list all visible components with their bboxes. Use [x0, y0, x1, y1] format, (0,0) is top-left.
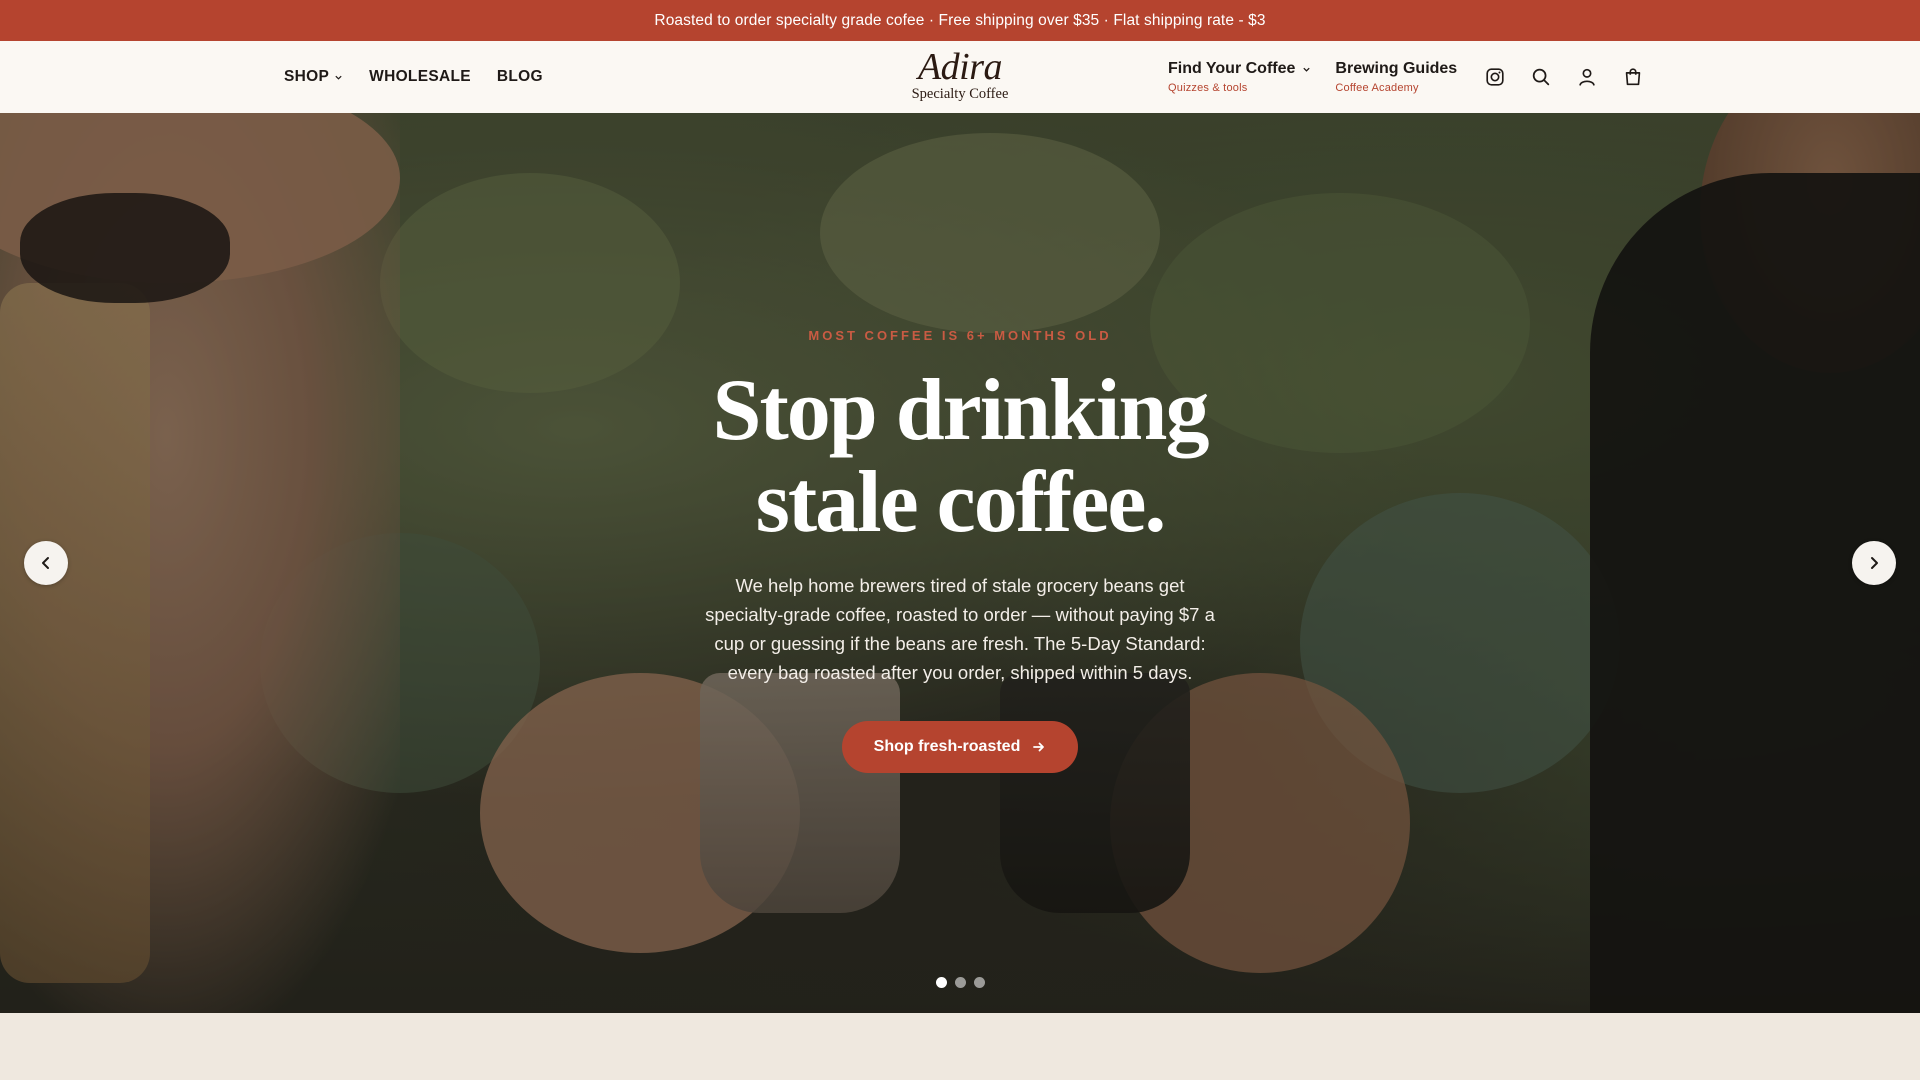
- account-icon[interactable]: [1575, 65, 1599, 89]
- nav-find-your-coffee-sublabel: Quizzes & tools: [1168, 82, 1248, 94]
- announcement-text: Roasted to order specialty grade cofee ·…: [654, 11, 1266, 29]
- primary-nav: SHOP WHOLESALE BLOG: [284, 41, 543, 113]
- nav-item-label: BLOG: [496, 68, 543, 85]
- hero-headline-line2: stale coffee.: [755, 454, 1167, 551]
- secondary-nav: Find Your Coffee Quizzes & tools Brewing…: [1168, 41, 1645, 113]
- hero-content: MOST COFFEE IS 6+ MONTHS OLD Stop drinki…: [660, 328, 1260, 773]
- cta-label: Shop fresh-roasted: [873, 738, 1021, 755]
- slider-pagination: [0, 977, 1920, 988]
- header-icons: [1483, 65, 1645, 89]
- arrow-right-icon: [1033, 742, 1045, 752]
- slider-dot[interactable]: [954, 977, 966, 988]
- hero-headline: Stop drinking stale coffee.: [660, 365, 1260, 549]
- search-icon[interactable]: [1529, 65, 1553, 89]
- next-section-band: [0, 1013, 1920, 1080]
- nav-brewing-guides[interactable]: Brewing Guides Coffee Academy: [1335, 60, 1457, 94]
- nav-find-your-coffee-label: Find Your Coffee: [1168, 60, 1296, 77]
- hero-headline-line1: Stop drinking: [712, 362, 1210, 459]
- hero-slider: MOST COFFEE IS 6+ MONTHS OLD Stop drinki…: [0, 113, 1920, 1013]
- nav-item-shop[interactable]: SHOP: [284, 68, 343, 86]
- slider-dot[interactable]: [973, 977, 985, 988]
- hero-body: We help home brewers tired of stale groc…: [705, 575, 1215, 683]
- shop-fresh-roasted-button[interactable]: Shop fresh-roasted: [841, 721, 1079, 773]
- site-header: SHOP WHOLESALE BLOG Adira Specialty Coff…: [0, 41, 1920, 114]
- chevron-left-icon: [42, 557, 49, 569]
- nav-item-label: WHOLESALE: [369, 68, 471, 85]
- announcement-bar: Roasted to order specialty grade cofee ·…: [0, 0, 1920, 41]
- hero-eyebrow: MOST COFFEE IS 6+ MONTHS OLD: [808, 328, 1112, 343]
- nav-item-blog[interactable]: BLOG: [497, 68, 543, 86]
- chevron-down-icon: [1303, 67, 1311, 72]
- nav-find-your-coffee[interactable]: Find Your Coffee Quizzes & tools: [1168, 60, 1311, 94]
- cart-icon[interactable]: [1621, 65, 1645, 89]
- nav-item-wholesale[interactable]: WHOLESALE: [369, 68, 471, 86]
- nav-brewing-guides-label: Brewing Guides: [1335, 60, 1458, 77]
- logo-wordmark: Adira: [917, 46, 1003, 88]
- slider-prev-button[interactable]: [24, 541, 68, 585]
- nav-item-label: SHOP: [284, 68, 330, 85]
- nav-brewing-guides-sublabel: Coffee Academy: [1335, 82, 1419, 94]
- chevron-down-icon: [335, 75, 342, 80]
- chevron-right-icon: [1871, 557, 1878, 569]
- slider-dot[interactable]: [935, 977, 947, 988]
- logo-tagline: Specialty Coffee: [911, 86, 1009, 102]
- slider-next-button[interactable]: [1852, 541, 1896, 585]
- brand-logo[interactable]: Adira Specialty Coffee: [880, 47, 1040, 107]
- instagram-icon[interactable]: [1483, 65, 1507, 89]
